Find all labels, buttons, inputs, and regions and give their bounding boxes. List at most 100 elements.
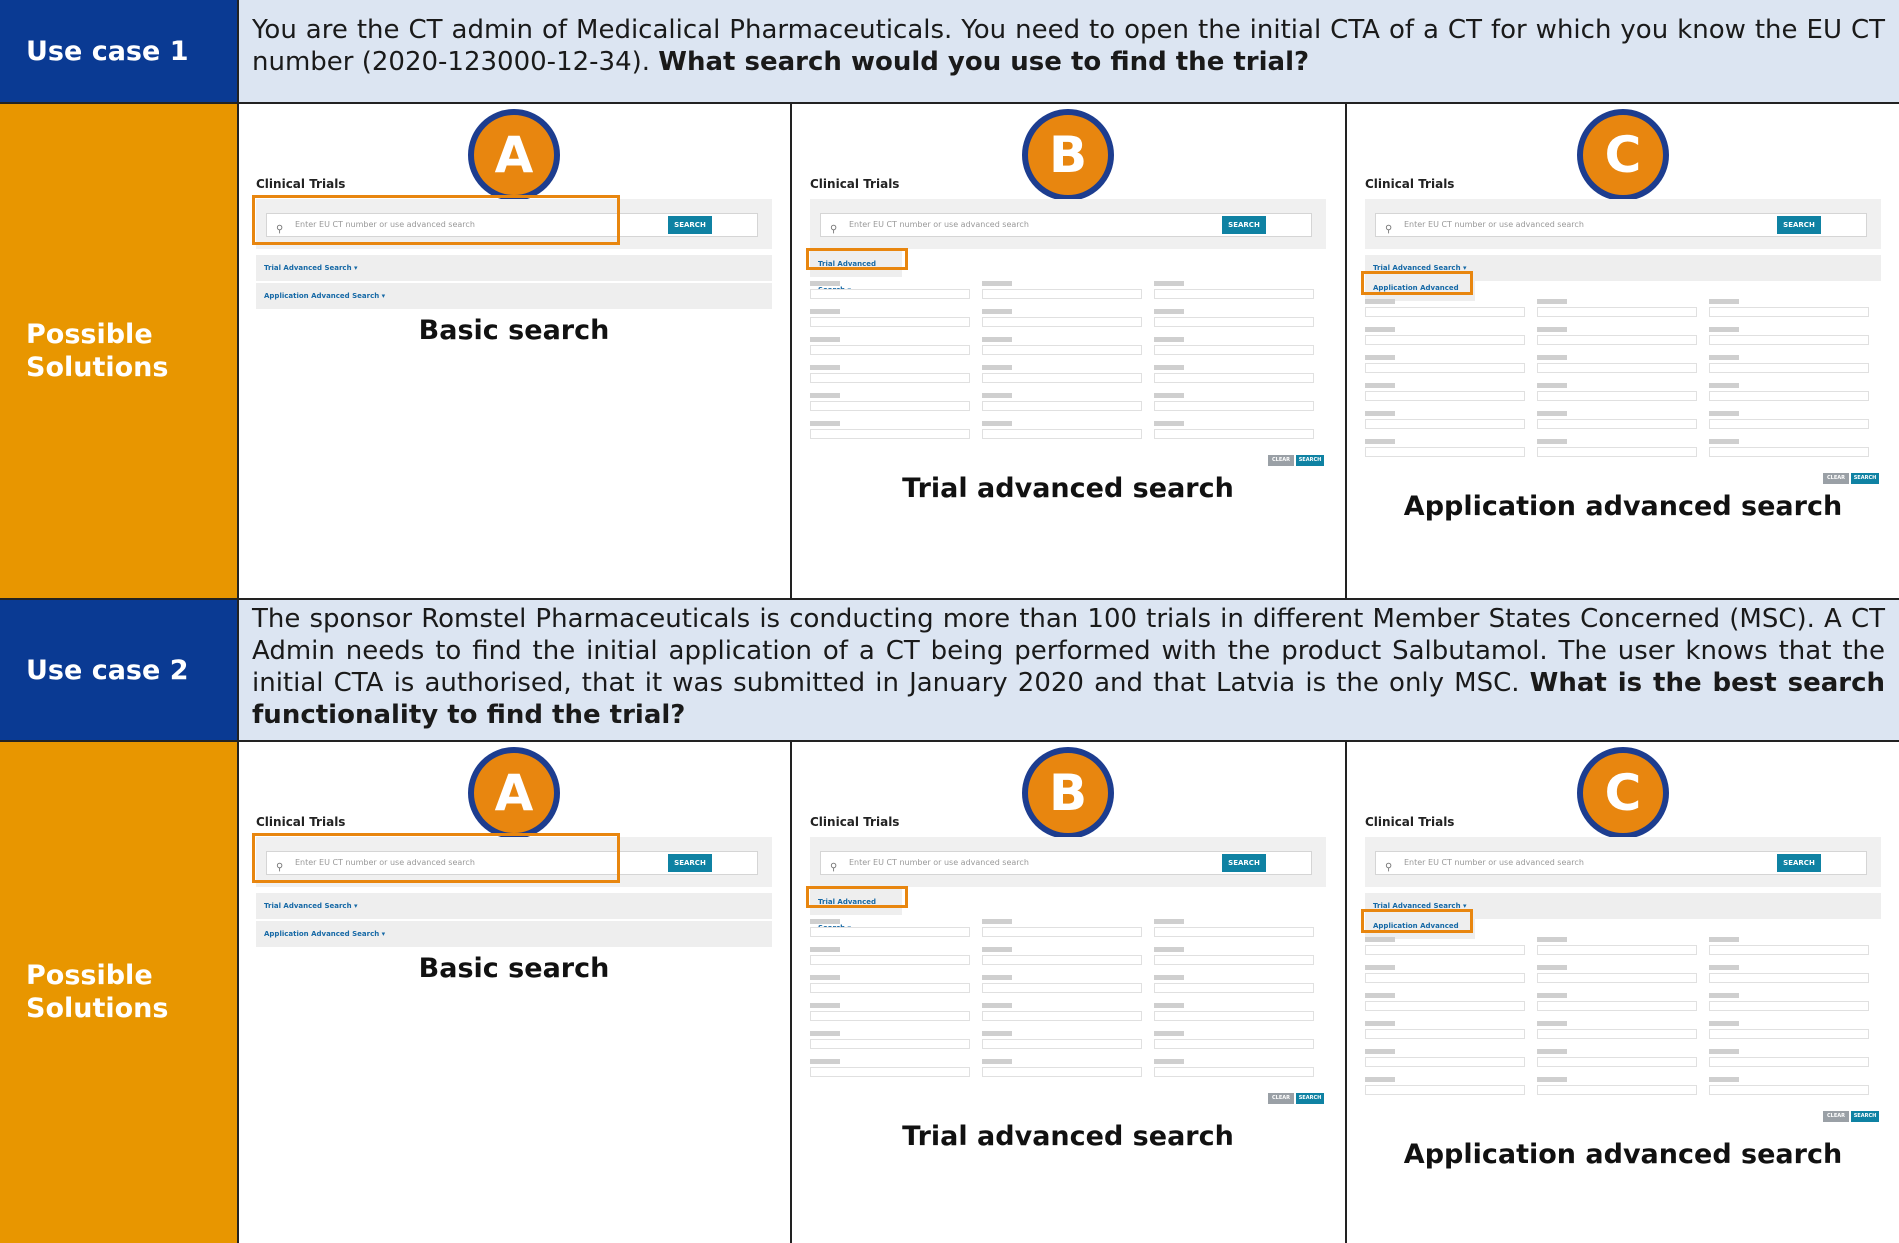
form-field-input[interactable]	[810, 401, 970, 411]
form-field-input[interactable]	[1154, 401, 1314, 411]
form-field-input[interactable]	[810, 1067, 970, 1077]
form-field-input[interactable]	[810, 955, 970, 965]
form-field-input[interactable]	[810, 927, 970, 937]
form-search-button[interactable]: SEARCH	[1296, 455, 1324, 466]
form-field-input[interactable]	[1537, 1029, 1697, 1039]
form-field-input[interactable]	[1709, 307, 1869, 317]
advanced-search-form: CLEAR SEARCH	[1365, 937, 1881, 1137]
form-field-input[interactable]	[1154, 289, 1314, 299]
form-field-label	[1709, 439, 1739, 444]
form-field-input[interactable]	[1365, 335, 1525, 345]
clear-button[interactable]: CLEAR	[1823, 473, 1849, 484]
form-field-input[interactable]	[1709, 973, 1869, 983]
option-b-badge: B	[1022, 109, 1114, 201]
form-field-input[interactable]	[982, 401, 1142, 411]
form-field-input[interactable]	[1154, 345, 1314, 355]
form-field-input[interactable]	[810, 983, 970, 993]
search-button[interactable]: SEARCH	[1222, 854, 1266, 872]
form-field-input[interactable]	[1709, 391, 1869, 401]
form-field-input[interactable]	[1154, 373, 1314, 383]
form-field-input[interactable]	[1709, 1057, 1869, 1067]
form-field-input[interactable]	[1537, 1085, 1697, 1095]
form-field-input[interactable]	[1365, 1085, 1525, 1095]
form-field-input[interactable]	[1537, 307, 1697, 317]
form-field-input[interactable]	[982, 955, 1142, 965]
form-field-input[interactable]	[1154, 983, 1314, 993]
form-field-input[interactable]	[982, 429, 1142, 439]
form-field-label	[1537, 383, 1567, 388]
form-search-button[interactable]: SEARCH	[1851, 473, 1879, 484]
form-field-input[interactable]	[1154, 955, 1314, 965]
clear-button[interactable]: CLEAR	[1268, 455, 1294, 466]
use-case-2-label-text: Use case 2	[26, 654, 189, 686]
form-field-input[interactable]	[1365, 363, 1525, 373]
form-field-input[interactable]	[1709, 1029, 1869, 1039]
trial-advanced-search-toggle[interactable]: Trial Advanced Search ▾	[256, 893, 772, 919]
form-field-input[interactable]	[1709, 945, 1869, 955]
form-field-input[interactable]	[810, 1011, 970, 1021]
form-field-input[interactable]	[1365, 1029, 1525, 1039]
form-field-input[interactable]	[1365, 447, 1525, 457]
form-field-input[interactable]	[1537, 1057, 1697, 1067]
form-field-input[interactable]	[1537, 973, 1697, 983]
form-field-input[interactable]	[1154, 927, 1314, 937]
search-icon: ⚲	[830, 862, 838, 873]
form-field-input[interactable]	[1537, 335, 1697, 345]
form-field-input[interactable]	[1537, 1001, 1697, 1011]
search-button[interactable]: SEARCH	[1777, 216, 1821, 234]
search-button[interactable]: SEARCH	[1222, 216, 1266, 234]
form-field-input[interactable]	[1537, 391, 1697, 401]
application-advanced-search-toggle[interactable]: Application Advanced Search ▾	[256, 283, 772, 309]
form-field-input[interactable]	[1365, 945, 1525, 955]
form-field-input[interactable]	[1154, 1067, 1314, 1077]
form-field-input[interactable]	[982, 317, 1142, 327]
form-search-button[interactable]: SEARCH	[1296, 1093, 1324, 1104]
form-field-input[interactable]	[1365, 391, 1525, 401]
form-field-input[interactable]	[1537, 945, 1697, 955]
form-field-input[interactable]	[810, 345, 970, 355]
form-field-input[interactable]	[810, 429, 970, 439]
form-field-input[interactable]	[810, 373, 970, 383]
form-field-input[interactable]	[1154, 429, 1314, 439]
form-search-button[interactable]: SEARCH	[1851, 1111, 1879, 1122]
form-field-input[interactable]	[1365, 1001, 1525, 1011]
search-button[interactable]: SEARCH	[668, 216, 712, 234]
form-field-input[interactable]	[1365, 1057, 1525, 1067]
option-a-caption: Basic search	[418, 315, 610, 346]
form-field-input[interactable]	[982, 983, 1142, 993]
row-divider	[0, 598, 1899, 600]
form-field-input[interactable]	[1709, 1001, 1869, 1011]
form-field-input[interactable]	[982, 373, 1142, 383]
form-field-input[interactable]	[1537, 447, 1697, 457]
form-field-input[interactable]	[982, 1039, 1142, 1049]
form-field-input[interactable]	[982, 289, 1142, 299]
option-b-caption: Trial advanced search	[902, 473, 1234, 504]
clear-button[interactable]: CLEAR	[1268, 1093, 1294, 1104]
form-field-input[interactable]	[1537, 419, 1697, 429]
clear-button[interactable]: CLEAR	[1823, 1111, 1849, 1122]
form-field-input[interactable]	[1537, 363, 1697, 373]
form-field-input[interactable]	[1154, 1011, 1314, 1021]
form-field-input[interactable]	[1709, 419, 1869, 429]
form-field-input[interactable]	[1709, 363, 1869, 373]
form-field-input[interactable]	[1154, 1039, 1314, 1049]
form-field-input[interactable]	[982, 927, 1142, 937]
form-field-input[interactable]	[1709, 447, 1869, 457]
form-field-input[interactable]	[1709, 1085, 1869, 1095]
application-advanced-search-toggle[interactable]: Application Advanced Search ▾	[256, 921, 772, 947]
form-field-input[interactable]	[810, 317, 970, 327]
form-field-input[interactable]	[982, 345, 1142, 355]
form-field-input[interactable]	[1365, 307, 1525, 317]
trial-advanced-search-toggle[interactable]: Trial Advanced Search ▾	[256, 255, 772, 281]
form-field-input[interactable]	[810, 289, 970, 299]
form-field-input[interactable]	[1154, 317, 1314, 327]
form-field-input[interactable]	[1365, 419, 1525, 429]
form-field-input[interactable]	[1365, 973, 1525, 983]
form-field-input[interactable]	[982, 1067, 1142, 1077]
search-button[interactable]: SEARCH	[668, 854, 712, 872]
form-field-input[interactable]	[1709, 335, 1869, 345]
search-placeholder: Enter EU CT number or use advanced searc…	[849, 858, 1029, 867]
search-button[interactable]: SEARCH	[1777, 854, 1821, 872]
form-field-input[interactable]	[982, 1011, 1142, 1021]
form-field-input[interactable]	[810, 1039, 970, 1049]
